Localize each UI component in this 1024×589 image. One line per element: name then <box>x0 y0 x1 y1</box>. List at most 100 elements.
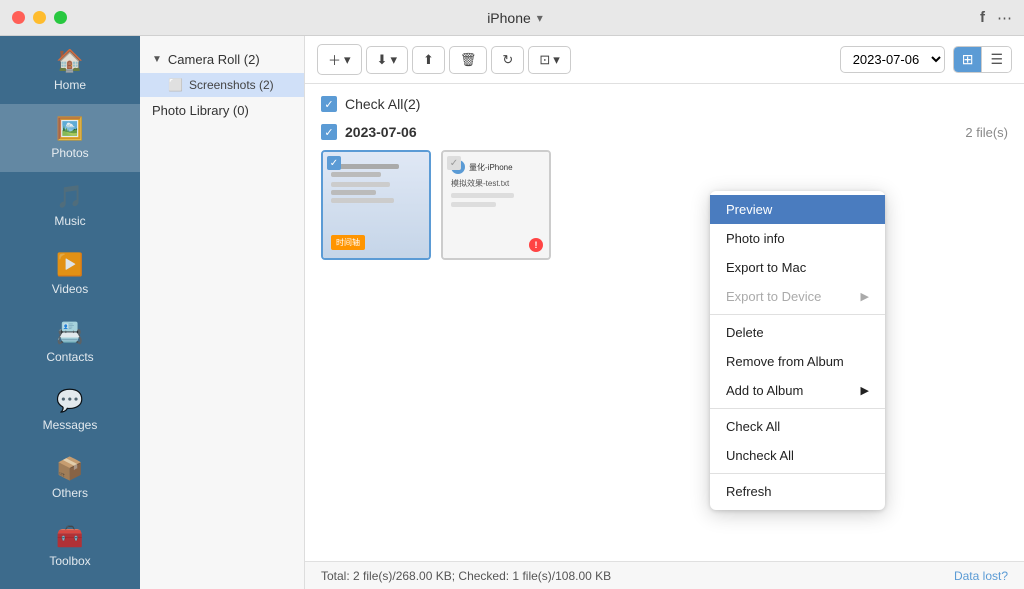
sidebar-label-toolbox: Toolbox <box>49 554 90 568</box>
delete-icon: 🗑 <box>460 52 477 68</box>
status-bar: Total: 2 file(s)/268.00 KB; Checked: 1 f… <box>305 561 1024 589</box>
status-text: Total: 2 file(s)/268.00 KB; Checked: 1 f… <box>321 569 611 583</box>
thumb2-subtitle: 模拟效果-test.txt <box>451 178 541 189</box>
context-menu-uncheck-all[interactable]: Uncheck All <box>710 441 885 470</box>
thumb1-tag: 时间轴 <box>331 235 365 250</box>
sidebar-item-photos[interactable]: 🖼️ Photos <box>0 104 140 172</box>
context-menu-export-device[interactable]: Export to Device ▶ <box>710 282 885 311</box>
file-count-label: 2 file(s) <box>965 125 1008 140</box>
videos-icon: ▶️ <box>56 252 83 278</box>
minimize-button[interactable] <box>33 11 46 24</box>
tree-label-camera-roll: Camera Roll (2) <box>168 52 260 67</box>
grid-view-button[interactable]: ⊞ <box>954 47 983 72</box>
date-select[interactable]: 2023-07-06 <box>840 46 945 73</box>
facebook-icon[interactable]: f <box>980 9 985 27</box>
thumb1-check: ✓ <box>327 156 341 170</box>
context-menu-photo-info[interactable]: Photo info <box>710 224 885 253</box>
context-menu-refresh[interactable]: Refresh <box>710 477 885 506</box>
check-all-bar: ✓ Check All(2) <box>321 96 1008 112</box>
context-menu-export-mac[interactable]: Export to Mac <box>710 253 885 282</box>
toolbar-right: 2023-07-06 ⊞ ☰ <box>840 46 1012 73</box>
context-menu-separator-2 <box>710 408 885 409</box>
add-button[interactable]: ＋ ▾ <box>317 44 362 75</box>
maximize-button[interactable] <box>54 11 67 24</box>
sidebar-item-contacts[interactable]: 📇 Contacts <box>0 308 140 376</box>
context-menu-delete[interactable]: Delete <box>710 318 885 347</box>
list-view-button[interactable]: ☰ <box>982 47 1011 72</box>
file-tree: ▼ Camera Roll (2) ⬜ Screenshots (2) Phot… <box>140 36 305 589</box>
thumb1-line4 <box>331 190 376 195</box>
sidebar: 🏠 Home 🖼️ Photos 🎵 Music ▶️ Videos 📇 Con… <box>0 36 140 589</box>
main-layout: 🏠 Home 🖼️ Photos 🎵 Music ▶️ Videos 📇 Con… <box>0 36 1024 589</box>
sidebar-label-others: Others <box>52 486 88 500</box>
context-menu-export-device-label: Export to Device <box>726 289 821 304</box>
date-section-checkbox[interactable]: ✓ <box>321 124 337 140</box>
context-menu-add-album[interactable]: Add to Album ▶ <box>710 376 885 405</box>
check-all-label: Check All(2) <box>345 96 420 112</box>
sidebar-item-messages[interactable]: 💬 Messages <box>0 376 140 444</box>
add-icon: ＋ <box>328 50 341 69</box>
photo-thumb-2[interactable]: ✓ 量化-iPhone 模拟效果-test.txt ! <box>441 150 551 260</box>
context-menu-preview[interactable]: Preview <box>710 195 885 224</box>
title-center: iPhone ▾ <box>481 10 543 26</box>
context-menu-preview-label: Preview <box>726 202 772 217</box>
sidebar-item-others[interactable]: 📦 Others <box>0 444 140 512</box>
sidebar-item-music[interactable]: 🎵 Music <box>0 172 140 240</box>
sidebar-item-toolbox[interactable]: 🧰 Toolbox <box>0 512 140 580</box>
context-menu-delete-label: Delete <box>726 325 764 340</box>
context-menu-add-album-label: Add to Album <box>726 383 803 398</box>
music-icon: 🎵 <box>56 184 83 210</box>
delete-button[interactable]: 🗑 <box>449 46 488 74</box>
photo-grid: ✓ 时间轴 ✓ 量化- <box>321 150 1008 260</box>
tree-label-screenshots: Screenshots (2) <box>189 78 274 92</box>
toolbar: ＋ ▾ ⬇ ▾ ⬆ 🗑 ↻ ⊡ ▾ 2023-07-06 <box>305 36 1024 84</box>
more-button[interactable]: ⊡ ▾ <box>528 46 570 74</box>
photo-thumb-1[interactable]: ✓ 时间轴 <box>321 150 431 260</box>
context-menu: Preview Photo info Export to Mac Export … <box>710 191 885 510</box>
thumb2-line2 <box>451 202 496 207</box>
content-area: ＋ ▾ ⬇ ▾ ⬆ 🗑 ↻ ⊡ ▾ 2023-07-06 <box>305 36 1024 589</box>
tree-item-photo-library[interactable]: Photo Library (0) <box>140 97 304 124</box>
context-menu-remove-album[interactable]: Remove from Album <box>710 347 885 376</box>
context-menu-uncheck-all-label: Uncheck All <box>726 448 794 463</box>
more-icon: ⊡ <box>539 52 550 68</box>
import-dropdown-icon: ▾ <box>390 52 397 68</box>
sidebar-item-videos[interactable]: ▶️ Videos <box>0 240 140 308</box>
thumb2-error-icon: ! <box>529 238 543 252</box>
app-title: iPhone <box>487 10 531 26</box>
sidebar-label-messages: Messages <box>43 418 98 432</box>
context-menu-check-all[interactable]: Check All <box>710 412 885 441</box>
export-icon: ⬆ <box>423 52 434 68</box>
close-button[interactable] <box>12 11 25 24</box>
contacts-icon: 📇 <box>56 320 83 346</box>
view-toggle: ⊞ ☰ <box>953 46 1012 73</box>
sidebar-label-videos: Videos <box>52 282 88 296</box>
import-button[interactable]: ⬇ ▾ <box>366 46 408 74</box>
tree-arrow-camera-roll: ▼ <box>152 54 162 65</box>
date-section-label: 2023-07-06 <box>345 124 417 140</box>
check-all-checkbox[interactable]: ✓ <box>321 96 337 112</box>
title-bar: iPhone ▾ f ⋯ <box>0 0 1024 36</box>
export-button[interactable]: ⬆ <box>412 46 445 74</box>
title-right-icons: f ⋯ <box>980 9 1012 27</box>
export-device-arrow: ▶ <box>861 290 869 303</box>
toolbox-icon: 🧰 <box>56 524 83 550</box>
context-menu-export-mac-label: Export to Mac <box>726 260 806 275</box>
screenshots-icon: ⬜ <box>168 78 183 92</box>
photos-icon: 🖼️ <box>56 116 83 142</box>
chat-icon[interactable]: ⋯ <box>997 9 1012 27</box>
sidebar-label-photos: Photos <box>51 146 88 160</box>
tree-item-camera-roll[interactable]: ▼ Camera Roll (2) <box>140 46 304 73</box>
tree-item-screenshots[interactable]: ⬜ Screenshots (2) <box>140 73 304 97</box>
add-dropdown-icon: ▾ <box>344 52 351 68</box>
sidebar-item-home[interactable]: 🏠 Home <box>0 36 140 104</box>
home-icon: 🏠 <box>56 48 83 74</box>
data-lost-link[interactable]: Data lost? <box>954 569 1008 583</box>
context-menu-separator-1 <box>710 314 885 315</box>
thumb1-line2 <box>331 172 381 177</box>
others-icon: 📦 <box>56 456 83 482</box>
context-menu-remove-album-label: Remove from Album <box>726 354 844 369</box>
sync-button[interactable]: ↻ <box>491 46 524 74</box>
title-dropdown-icon[interactable]: ▾ <box>537 11 543 25</box>
thumb1-line3 <box>331 182 390 187</box>
